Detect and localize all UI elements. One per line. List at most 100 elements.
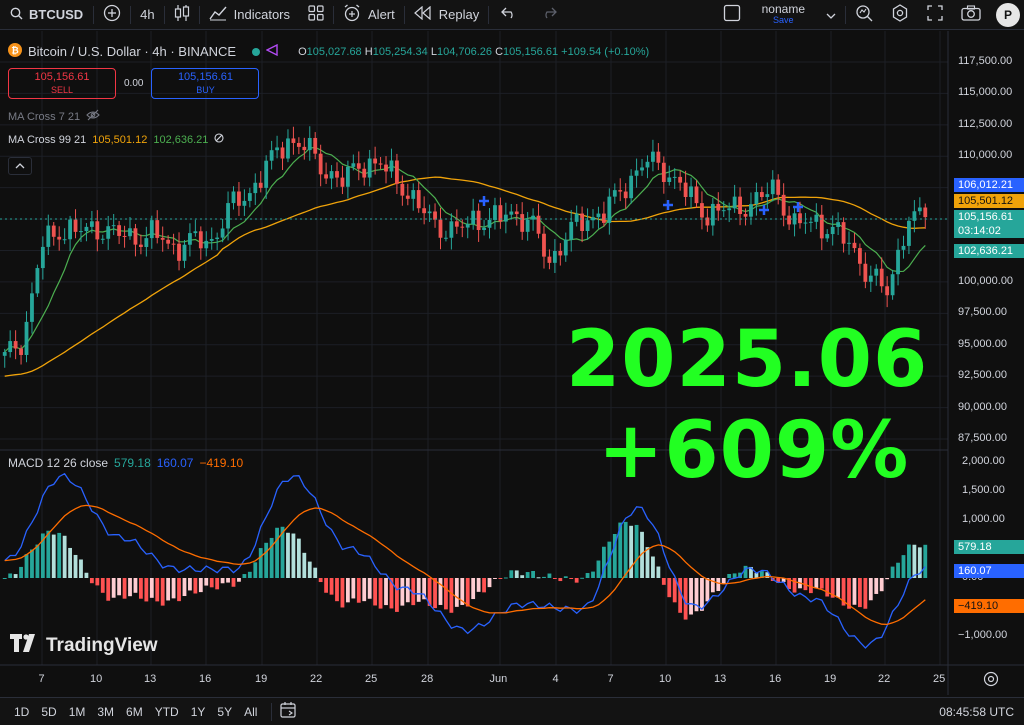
- search-icon: [10, 7, 23, 23]
- indicators-icon: [209, 5, 227, 24]
- spread-value: 0.00: [124, 78, 144, 89]
- range-button-6m[interactable]: 6M: [120, 705, 149, 719]
- save-layout-button[interactable]: noname Save: [750, 3, 817, 26]
- eye-hidden-icon[interactable]: [86, 109, 100, 124]
- candle-body: [542, 233, 546, 257]
- replay-marker-icon[interactable]: [265, 43, 278, 59]
- macd-histogram-bar: [863, 578, 868, 609]
- utc-clock[interactable]: 08:45:58 UTC: [933, 705, 1024, 719]
- interval-button[interactable]: 4h: [131, 0, 163, 30]
- macd-histogram-bar: [62, 535, 67, 578]
- macd-histogram-bar: [84, 572, 89, 578]
- macd-indicator-legend[interactable]: MACD 12 26 close 579.18 160.07 −419.10: [8, 456, 243, 470]
- macd-histogram-bar: [716, 578, 721, 592]
- candle-body: [89, 221, 94, 227]
- time-axis-tick: 19: [255, 673, 268, 685]
- candle-body: [155, 220, 160, 238]
- quick-search-button[interactable]: [846, 0, 882, 30]
- fullscreen-button[interactable]: [918, 0, 952, 30]
- candle-body: [30, 293, 34, 322]
- candle-body: [716, 203, 721, 211]
- time-axis-tick: 22: [878, 673, 891, 685]
- candle-body: [896, 249, 900, 275]
- macd-histogram-bar: [885, 578, 890, 580]
- macd-histogram-bar: [683, 578, 688, 620]
- chart-type-button[interactable]: [165, 0, 199, 30]
- layout-menu-button[interactable]: [817, 0, 845, 30]
- goto-date-button[interactable]: [280, 702, 298, 721]
- range-button-3m[interactable]: 3M: [91, 705, 120, 719]
- macd-histogram-bar: [275, 527, 279, 578]
- candle-body: [253, 182, 258, 194]
- candle-body: [574, 213, 579, 222]
- candle-body: [46, 225, 51, 247]
- ma99-indicator-legend[interactable]: MA Cross 99 21 105,501.12 102,636.21: [8, 133, 224, 146]
- trade-panel: 105,156.61 SELL 0.00 105,156.61 BUY: [8, 68, 260, 99]
- rewind-icon: [413, 5, 432, 23]
- macd-histogram-bar: [384, 578, 388, 606]
- candle-body: [858, 248, 862, 264]
- chart-area[interactable]: ₿ Bitcoin / U.S. Dollar · 4h · BINANCE O…: [0, 31, 1024, 695]
- range-button-all[interactable]: All: [238, 705, 263, 719]
- range-button-1m[interactable]: 1M: [63, 705, 92, 719]
- range-button-5y[interactable]: 5Y: [211, 705, 238, 719]
- candle-body: [754, 192, 759, 205]
- redo-button[interactable]: [529, 0, 569, 30]
- candle-body: [182, 244, 187, 261]
- range-button-5d[interactable]: 5D: [35, 705, 62, 719]
- range-button-1y[interactable]: 1Y: [185, 705, 212, 719]
- candle-body: [907, 220, 911, 246]
- profile-button[interactable]: P: [990, 0, 1024, 30]
- macd-histogram-bar: [318, 578, 323, 583]
- layout-select-button[interactable]: [714, 0, 750, 30]
- candle-body: [738, 196, 742, 215]
- snapshot-button[interactable]: [952, 0, 990, 30]
- collapse-legend-button[interactable]: [8, 157, 32, 175]
- sell-button[interactable]: 105,156.61 SELL: [8, 68, 116, 99]
- macd-histogram-bar: [133, 578, 138, 593]
- macd-histogram-bar: [117, 578, 122, 596]
- indicators-button[interactable]: Indicators: [200, 0, 299, 30]
- candle-body: [79, 231, 83, 233]
- no-symbol-icon[interactable]: [214, 133, 224, 146]
- candle-body: [585, 220, 590, 231]
- range-button-ytd[interactable]: YTD: [149, 705, 185, 719]
- compare-button[interactable]: [94, 0, 130, 30]
- candle-body: [444, 237, 448, 239]
- symbol-search[interactable]: BTCUSD: [0, 0, 93, 30]
- chart-legend: ₿ Bitcoin / U.S. Dollar · 4h · BINANCE O…: [8, 43, 649, 60]
- settings-button[interactable]: [882, 0, 918, 30]
- macd-histogram-bar: [890, 566, 895, 578]
- buy-button[interactable]: 105,156.61 BUY: [151, 68, 260, 99]
- candle-body: [852, 242, 857, 249]
- alert-button[interactable]: Alert: [334, 0, 404, 30]
- symbol-title[interactable]: Bitcoin / U.S. Dollar · 4h · BINANCE: [28, 44, 236, 59]
- macd-histogram-bar: [231, 578, 236, 587]
- price-axis-tick: 115,000.00: [958, 86, 1013, 99]
- macd-histogram-bar: [792, 578, 797, 593]
- candle-body: [476, 210, 481, 231]
- alert-label: Alert: [368, 7, 395, 22]
- range-button-1d[interactable]: 1D: [8, 705, 35, 719]
- ma7-indicator-legend[interactable]: MA Cross 7 21: [8, 109, 100, 124]
- macd-histogram-bar: [329, 578, 334, 595]
- layouts-button[interactable]: [299, 0, 333, 30]
- replay-button[interactable]: Replay: [405, 0, 488, 30]
- chart-settings-gear[interactable]: [983, 671, 999, 692]
- candle-body: [324, 174, 329, 179]
- macd-histogram-bar: [204, 578, 209, 586]
- candle-body: [787, 215, 792, 225]
- candle-body: [8, 341, 13, 353]
- macd-histogram-bar: [242, 574, 247, 578]
- tradingview-logo[interactable]: TradingView: [10, 634, 158, 658]
- macd-histogram-bar: [356, 578, 361, 603]
- undo-button[interactable]: [489, 0, 529, 30]
- candle-body: [405, 195, 410, 199]
- macd-histogram-bar: [286, 532, 290, 578]
- candle-body: [247, 193, 252, 201]
- macd-histogram-bar: [373, 578, 378, 606]
- ma99-value-fast: 102,636.21: [153, 133, 209, 146]
- candle-body: [117, 225, 122, 236]
- macd-histogram-bar: [525, 572, 530, 578]
- fullscreen-icon: [927, 5, 943, 24]
